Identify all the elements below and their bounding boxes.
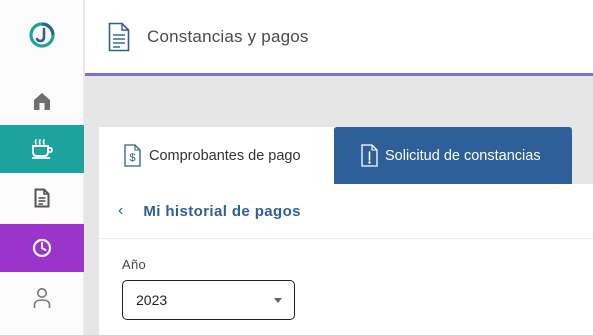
coffee-icon [32,139,53,159]
sidebar-item-coffee[interactable] [0,125,84,173]
certificate-icon [361,144,378,167]
year-select[interactable]: 2023 [122,280,295,320]
page-title: Constancias y pagos [147,26,309,46]
panel-header: ‹ Mi historial de pagos [99,184,593,239]
back-button[interactable]: ‹ [118,203,123,219]
receipt-dollar-icon: $ [124,144,141,167]
tab-comprobantes[interactable]: $ Comprobantes de pago [99,127,334,184]
history-panel: ‹ Mi historial de pagos Año 2023 [99,184,593,335]
user-icon [33,288,51,308]
sidebar [0,0,84,335]
app-logo-icon [29,22,55,48]
sidebar-item-history[interactable] [0,224,84,272]
clock-icon [32,238,52,258]
panel-title: Mi historial de pagos [143,202,301,220]
tab-comprobantes-label: Comprobantes de pago [149,147,301,164]
document-icon [108,22,130,51]
sidebar-item-documents[interactable] [0,174,84,222]
home-icon [34,93,50,110]
app-logo[interactable] [0,0,84,70]
page-header: Constancias y pagos [85,0,593,76]
document-icon [34,188,50,208]
svg-text:$: $ [129,152,135,164]
chevron-down-icon [274,297,282,303]
year-label: Año [122,257,147,272]
year-select-value: 2023 [136,292,168,308]
tab-solicitud[interactable]: Solicitud de constancias [334,127,572,184]
sidebar-item-home[interactable] [0,77,84,125]
sidebar-item-profile[interactable] [0,274,84,322]
tab-solicitud-label: Solicitud de constancias [385,147,541,164]
